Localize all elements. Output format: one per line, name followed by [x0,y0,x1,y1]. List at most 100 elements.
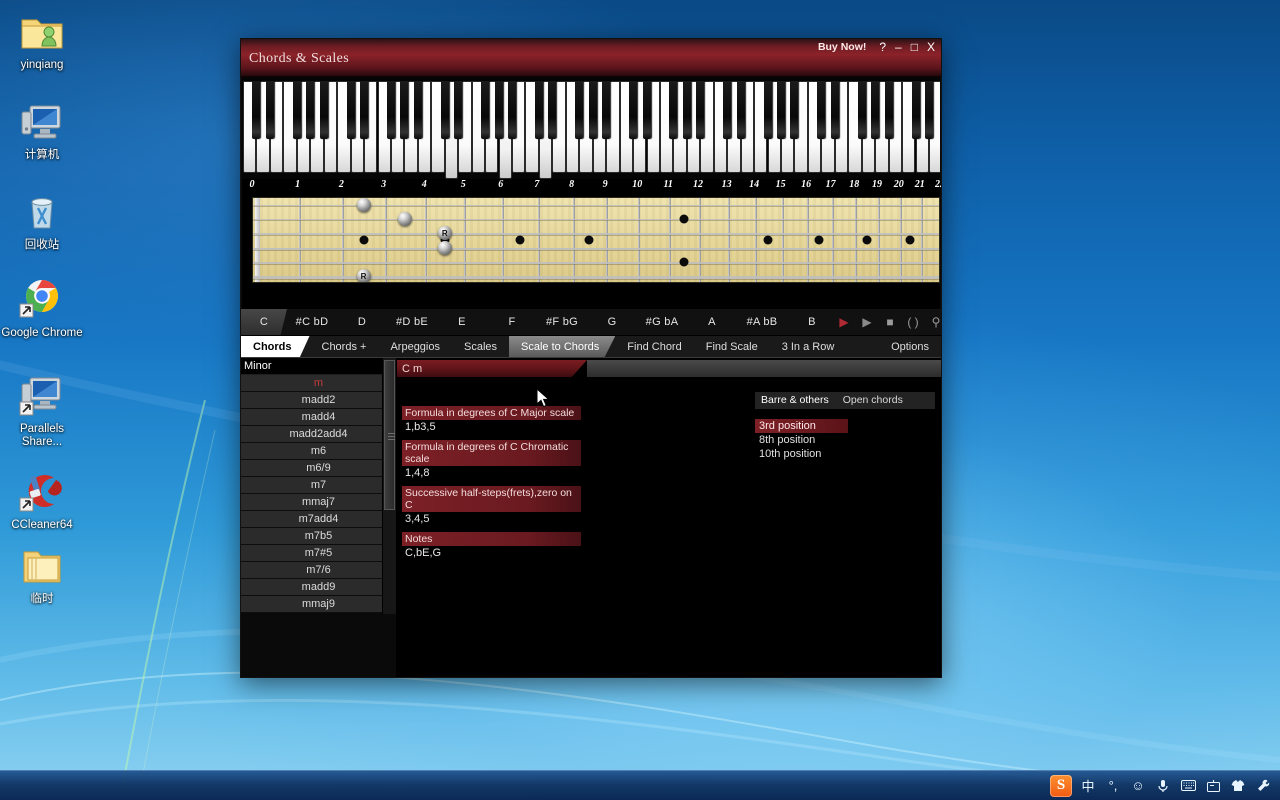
piano-black-key[interactable] [723,81,732,139]
piano-black-key[interactable] [884,81,893,139]
maximize-button[interactable]: □ [911,41,918,53]
position-tabs[interactable]: Barre & others Open chords [755,392,935,409]
chord-type-item[interactable]: madd9 [241,579,396,596]
chord-type-item[interactable]: m7/6 [241,562,396,579]
tab-scale-to-chords[interactable]: Scale to Chords [509,336,616,357]
position-item[interactable]: 10th position [755,447,848,461]
windows-taskbar[interactable]: S 中 °, ☺ [0,770,1280,800]
tab-chords[interactable]: Chords [241,336,310,357]
piano-black-key[interactable] [763,81,772,139]
piano-black-key[interactable] [736,81,745,139]
piano-black-key[interactable] [682,81,691,139]
help-button[interactable]: ? [879,41,886,53]
piano-black-key[interactable] [857,81,866,139]
chord-type-item[interactable]: m [241,375,396,392]
chord-type-item[interactable]: m7add4 [241,511,396,528]
piano-black-key[interactable] [494,81,503,139]
loop-icon[interactable]: ( ) [906,315,920,329]
note-button-d[interactable]: D [337,309,387,335]
piano-black-key[interactable] [790,81,799,139]
tab-find-scale[interactable]: Find Scale [694,336,770,357]
piano-black-key[interactable] [346,81,355,139]
toolbox-icon[interactable] [1254,777,1272,795]
piano-black-key[interactable] [830,81,839,139]
tab-scales[interactable]: Scales [452,336,509,357]
play-icon[interactable]: ▶ [860,315,874,329]
tab-find-chord[interactable]: Find Chord [615,336,693,357]
piano-keys[interactable] [242,77,940,179]
note-button-c[interactable]: C [241,309,287,335]
tab-options[interactable]: Options [879,336,941,357]
note-button-e[interactable]: E [437,309,487,335]
chord-note-marker[interactable] [356,198,371,212]
desktop-icon-parallels-share[interactable]: Parallels Share... [0,370,84,449]
play-red-icon[interactable]: ▶ [837,315,851,329]
piano-black-key[interactable] [602,81,611,139]
note-button-dbe[interactable]: #D bE [387,309,437,335]
piano-black-key[interactable] [588,81,597,139]
note-button-b[interactable]: B [787,309,837,335]
fretboard-surface[interactable]: RR [252,197,940,283]
desktop-icon-computer[interactable]: 计算机 [0,96,84,162]
piano-black-key[interactable] [252,81,261,139]
piano-black-key[interactable] [642,81,651,139]
piano-black-key[interactable] [265,81,274,139]
piano-black-key[interactable] [319,81,328,139]
chord-type-item[interactable]: m6 [241,443,396,460]
tab-arpeggios[interactable]: Arpeggios [378,336,452,357]
root-note-marker[interactable]: R [437,226,452,241]
sidebar-scrollbar[interactable] [382,358,396,614]
piano-black-key[interactable] [306,81,315,139]
chord-type-list[interactable]: m madd2 madd4 madd2add4 m6 m6/9 m7 mmaj7 m7add4 m… [241,375,396,613]
piano-black-key[interactable] [454,81,463,139]
minimize-button[interactable]: – [895,41,902,53]
buy-now-button[interactable]: Buy Now! [818,41,866,53]
piano-keyboard[interactable] [242,77,940,179]
piano-black-key[interactable] [386,81,395,139]
chord-note-marker[interactable] [397,212,412,227]
tab-3-in-a-row[interactable]: 3 In a Row [770,336,847,357]
chord-type-item[interactable]: madd4 [241,409,396,426]
skin-icon[interactable] [1229,777,1247,795]
piano-black-key[interactable] [360,81,369,139]
sogou-logo-icon[interactable]: S [1050,774,1072,797]
piano-black-key[interactable] [696,81,705,139]
desktop-icon-recycle-bin[interactable]: 回收站 [0,186,84,252]
note-button-gba[interactable]: #G bA [637,309,687,335]
emoji-icon[interactable]: ☺ [1129,777,1147,795]
chord-note-marker[interactable] [437,240,452,255]
piano-black-key[interactable] [413,81,422,139]
piano-black-key[interactable] [871,81,880,139]
desktop-icon-yinqiang[interactable]: yinqiang [0,6,84,72]
root-note-marker[interactable]: R [356,269,371,282]
position-item[interactable]: 8th position [755,433,848,447]
position-list[interactable]: 3rd position 8th position 10th position [755,419,935,461]
main-tab-bar[interactable]: Chords Chords + Arpeggios Scales Scale to Ch… [241,336,941,358]
microphone-icon[interactable] [1154,777,1172,795]
piano-black-key[interactable] [481,81,490,139]
chord-type-item[interactable]: m7b5 [241,528,396,545]
chord-type-item[interactable]: mmaj7 [241,494,396,511]
piano-black-key[interactable] [548,81,557,139]
position-tab-open-chords[interactable]: Open chords [837,392,911,409]
piano-black-key[interactable] [669,81,678,139]
piano-black-key[interactable] [575,81,584,139]
piano-black-key[interactable] [440,81,449,139]
chord-type-item[interactable]: m6/9 [241,460,396,477]
soft-keyboard-icon[interactable] [1179,777,1197,795]
note-button-abb[interactable]: #A bB [737,309,787,335]
guitar-fretboard[interactable]: 012345678910111213141516171819202122 RR [242,179,941,309]
note-button-g[interactable]: G [587,309,637,335]
chinese-mode-icon[interactable]: 中 [1079,777,1097,795]
desktop-icon-chrome[interactable]: Google Chrome [0,274,84,340]
piano-black-key[interactable] [292,81,301,139]
close-button[interactable]: X [927,41,935,53]
chord-type-item[interactable]: madd2add4 [241,426,396,443]
note-button-fbg[interactable]: #F bG [537,309,587,335]
note-button-cbd[interactable]: #C bD [287,309,337,335]
piano-black-key[interactable] [911,81,920,139]
position-item[interactable]: 3rd position [755,419,848,433]
chord-type-item[interactable]: mmaj9 [241,596,396,613]
stop-icon[interactable]: ■ [883,315,897,329]
piano-black-key[interactable] [508,81,516,139]
